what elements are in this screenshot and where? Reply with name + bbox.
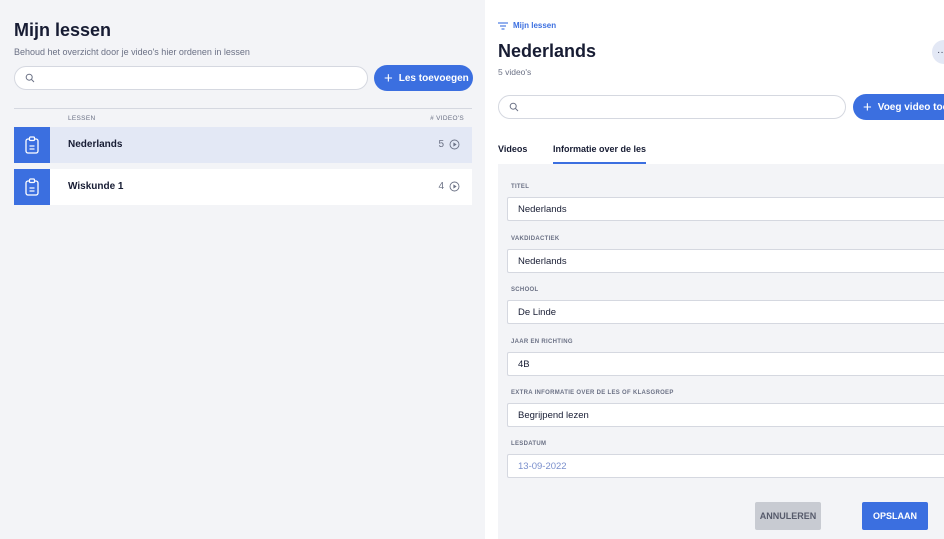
video-count: 5 <box>438 139 444 150</box>
lessons-list-header: LESSEN # VIDEO'S <box>14 108 472 124</box>
lessons-search-input[interactable] <box>41 70 357 86</box>
clipboard-icon <box>14 127 50 163</box>
lesson-info-form: TITEL Nederlands VAKDIDACTIEK Nederlands… <box>498 164 944 539</box>
extra-informatie-field[interactable]: Begrijpend lezen <box>507 403 944 427</box>
school-field[interactable]: De Linde <box>507 300 944 324</box>
lesson-video-count: 5 video's <box>498 67 532 77</box>
lesson-row-wiskunde-1[interactable]: Wiskunde 1 4 <box>14 169 472 205</box>
videos-search[interactable] <box>498 95 846 119</box>
lessons-search[interactable] <box>14 66 368 90</box>
lesson-detail-panel: Mijn lessen Nederlands 5 video's ·· + Vo… <box>485 0 944 539</box>
lessons-panel: Mijn lessen Behoud het overzicht door je… <box>6 10 483 539</box>
lesdatum-field[interactable]: 13-09-2022 <box>507 454 944 478</box>
lesson-row-nederlands[interactable]: Nederlands 5 <box>14 127 472 163</box>
breadcrumb-link[interactable]: Mijn lessen <box>513 21 556 30</box>
add-video-button[interactable]: + Voeg video toe <box>853 94 944 120</box>
titel-field[interactable]: Nederlands <box>507 197 944 221</box>
jaar-en-richting-field[interactable]: 4B <box>507 352 944 376</box>
field-label-extra-informatie: EXTRA INFORMATIE OVER DE LES OF KLASGROE… <box>511 390 674 396</box>
column-header-videos: # VIDEO'S <box>430 115 464 122</box>
page-title: Mijn lessen <box>14 20 112 40</box>
vakdidactiek-field[interactable]: Nederlands <box>507 249 944 273</box>
cancel-button[interactable]: ANNULEREN <box>755 502 821 530</box>
search-icon <box>25 73 35 83</box>
search-icon <box>509 102 519 112</box>
field-label-lesdatum: LESDATUM <box>511 441 547 447</box>
lesson-name: Nederlands <box>68 139 123 150</box>
field-label-school: SCHOOL <box>511 287 539 293</box>
plus-icon: + <box>384 69 393 87</box>
lesson-name: Wiskunde 1 <box>68 181 124 192</box>
more-icon[interactable]: ·· <box>932 40 944 64</box>
column-header-lessen: LESSEN <box>68 115 96 122</box>
tab-informatie[interactable]: Informatie over de les <box>553 144 647 164</box>
breadcrumb[interactable]: Mijn lessen <box>498 21 556 30</box>
play-circle-icon <box>449 181 460 192</box>
page-subtitle: Behoud het overzicht door je video's hie… <box>14 47 250 57</box>
clipboard-icon <box>14 169 50 205</box>
video-count: 4 <box>438 181 444 192</box>
field-label-jaar-en-richting: JAAR EN RICHTING <box>511 339 573 345</box>
save-button[interactable]: OPSLAAN <box>862 502 928 530</box>
field-label-vakdidactiek: VAKDIDACTIEK <box>511 236 560 242</box>
field-label-titel: TITEL <box>511 184 530 190</box>
plus-icon: + <box>863 98 872 116</box>
lesson-title: Nederlands <box>498 41 597 61</box>
videos-search-input[interactable] <box>525 99 835 115</box>
play-circle-icon <box>449 139 460 150</box>
tab-videos[interactable]: Videos <box>498 144 527 162</box>
add-lesson-button[interactable]: + Les toevoegen <box>374 65 473 91</box>
filter-lines-icon <box>498 21 508 30</box>
